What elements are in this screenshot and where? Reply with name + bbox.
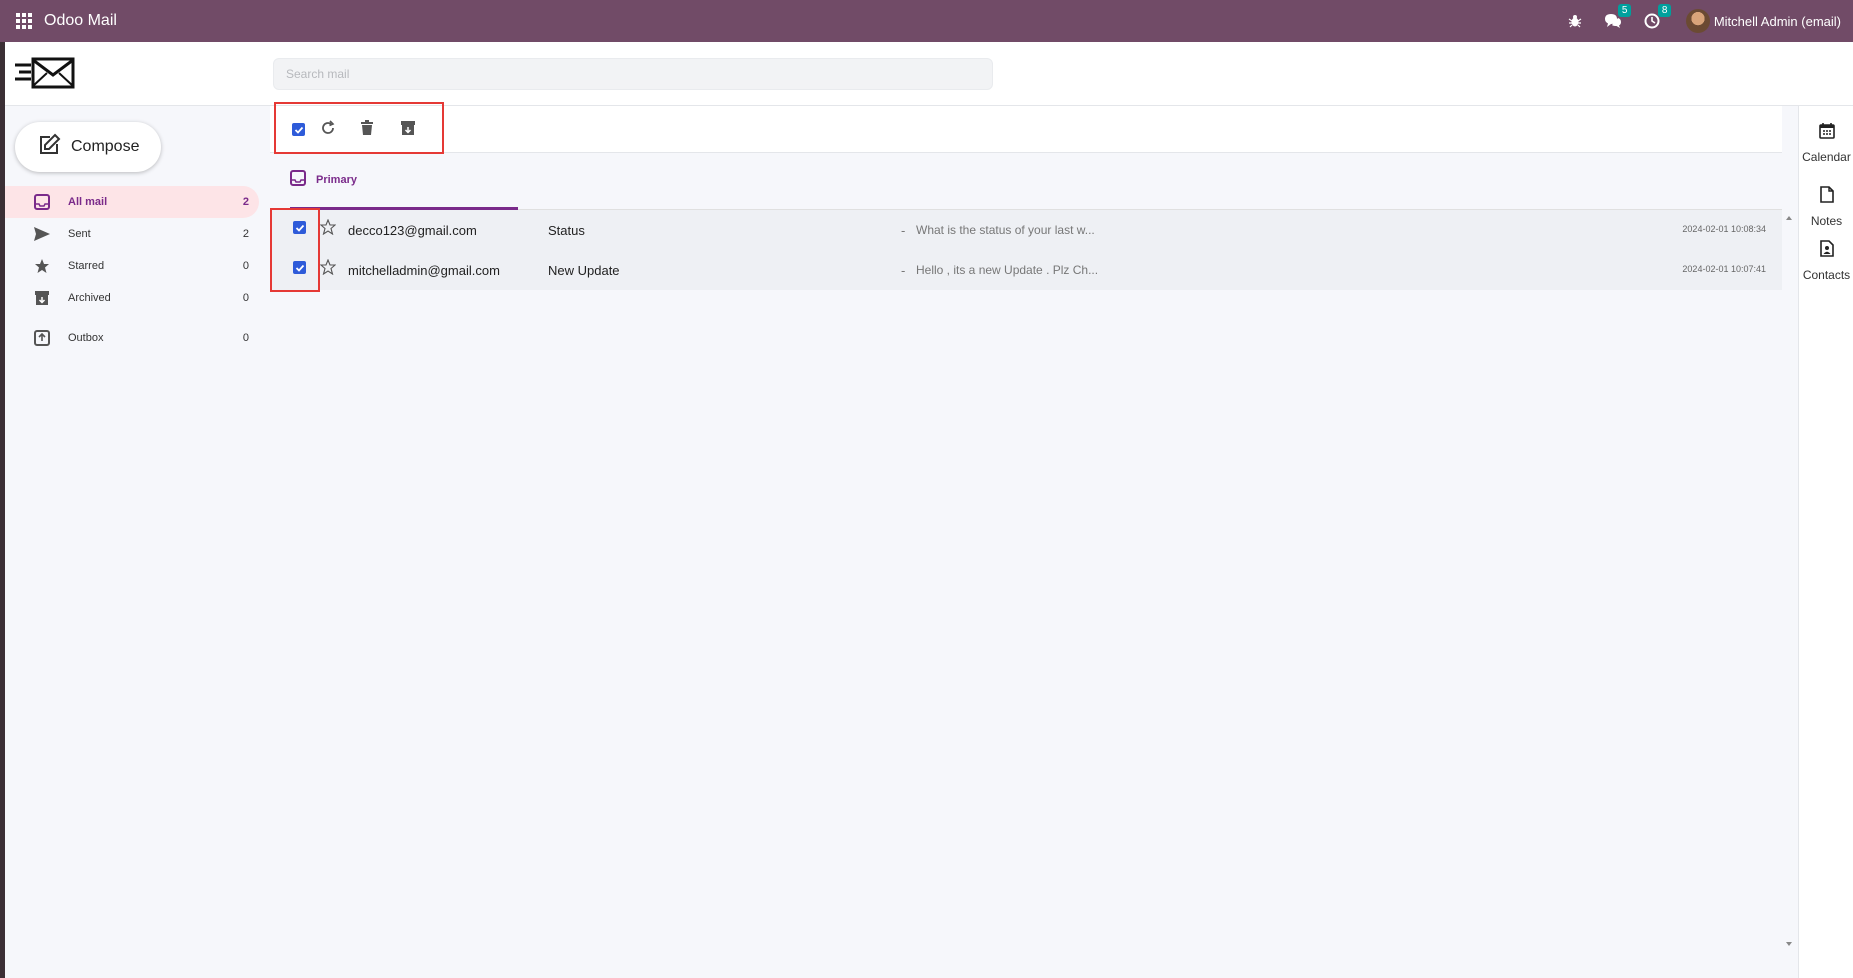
notes-shortcut[interactable]: Notes [1799, 186, 1853, 228]
sidebar-item-all-mail[interactable]: All mail 2 [5, 186, 259, 218]
chat-count-badge: 5 [1617, 4, 1632, 17]
compose-edit-icon [37, 133, 61, 162]
mail-logo-icon [13, 56, 75, 95]
inbox-icon [290, 169, 306, 191]
tab-label: Primary [316, 174, 357, 186]
top-navbar: Odoo Mail 5 8 Mitchell Admin (email) [0, 0, 1853, 42]
user-avatar[interactable] [1685, 9, 1710, 33]
email-subject: New Update [548, 263, 620, 278]
debug-bug-icon[interactable] [1568, 14, 1582, 28]
star-outline-icon[interactable] [319, 258, 337, 280]
activity-clock-icon[interactable]: 8 [1644, 4, 1672, 29]
sidebar-item-outbox[interactable]: Outbox 0 [5, 322, 259, 354]
sidebar-item-label: Outbox [68, 332, 104, 344]
compose-label: Compose [71, 138, 140, 155]
notes-label: Notes [1810, 214, 1843, 228]
compose-button[interactable]: Compose [15, 122, 161, 172]
list-scrollbar[interactable] [1782, 210, 1796, 950]
email-sender: mitchelladmin@gmail.com [348, 263, 500, 278]
email-snippet: What is the status of your last w... [916, 223, 1095, 237]
email-separator: - [901, 223, 906, 238]
tab-primary[interactable]: Primary [290, 153, 518, 210]
activity-count-badge: 8 [1657, 4, 1672, 17]
mail-tabs: Primary [270, 153, 1782, 210]
sidebar-item-sent[interactable]: Sent 2 [5, 218, 259, 250]
mail-toolbar [270, 106, 1782, 153]
send-icon [31, 226, 53, 242]
contacts-icon [1819, 240, 1834, 262]
email-subject: Status [548, 223, 585, 238]
star-icon [31, 258, 53, 274]
email-date: 2024-02-01 10:08:34 [1682, 224, 1766, 234]
notes-file-icon [1819, 186, 1834, 208]
apps-menu-icon[interactable] [16, 13, 32, 29]
outbox-icon [31, 330, 53, 346]
email-snippet: Hello , its a new Update . Plz Ch... [916, 263, 1099, 277]
search-input[interactable] [273, 58, 993, 90]
calendar-icon [1818, 122, 1835, 144]
email-row[interactable]: decco123@gmail.com Status - What is the … [270, 210, 1782, 250]
email-date: 2024-02-01 10:07:41 [1682, 264, 1766, 274]
sidebar-item-label: Sent [68, 228, 91, 240]
highlight-box [270, 208, 320, 292]
sidebar-item-count: 0 [242, 260, 249, 272]
contacts-shortcut[interactable]: Contacts [1799, 240, 1853, 282]
sidebar-item-label: Starred [68, 260, 105, 272]
sidebar-item-label: All mail [68, 196, 108, 208]
sidebar-item-starred[interactable]: Starred 0 [5, 250, 259, 282]
sidebar-item-count: 0 [242, 292, 249, 304]
sidebar-item-count: 2 [242, 196, 249, 208]
highlight-box [274, 102, 444, 154]
email-separator: - [901, 263, 906, 278]
email-row[interactable]: mitchelladmin@gmail.com New Update - Hel… [270, 250, 1782, 290]
star-outline-icon[interactable] [319, 218, 337, 240]
sidebar-item-count: 0 [242, 332, 249, 344]
sidebar-item-label: Archived [68, 292, 111, 304]
archive-icon [31, 290, 53, 306]
inbox-icon [31, 194, 53, 210]
calendar-shortcut[interactable]: Calendar [1799, 122, 1853, 164]
app-title: Odoo Mail [44, 12, 117, 29]
right-side-panel: Calendar Notes Contacts [1798, 106, 1853, 978]
sidebar: Compose All mail 2 Sent 2 Starred 0 Arch… [5, 106, 260, 978]
user-menu[interactable]: Mitchell Admin (email) [1714, 14, 1841, 29]
contacts-label: Contacts [1802, 268, 1851, 282]
calendar-label: Calendar [1802, 150, 1851, 164]
chat-icon[interactable]: 5 [1604, 4, 1632, 29]
sidebar-item-archived[interactable]: Archived 0 [5, 282, 259, 314]
email-sender: decco123@gmail.com [348, 223, 477, 238]
sidebar-item-count: 2 [242, 228, 249, 240]
mail-header [5, 42, 1853, 106]
